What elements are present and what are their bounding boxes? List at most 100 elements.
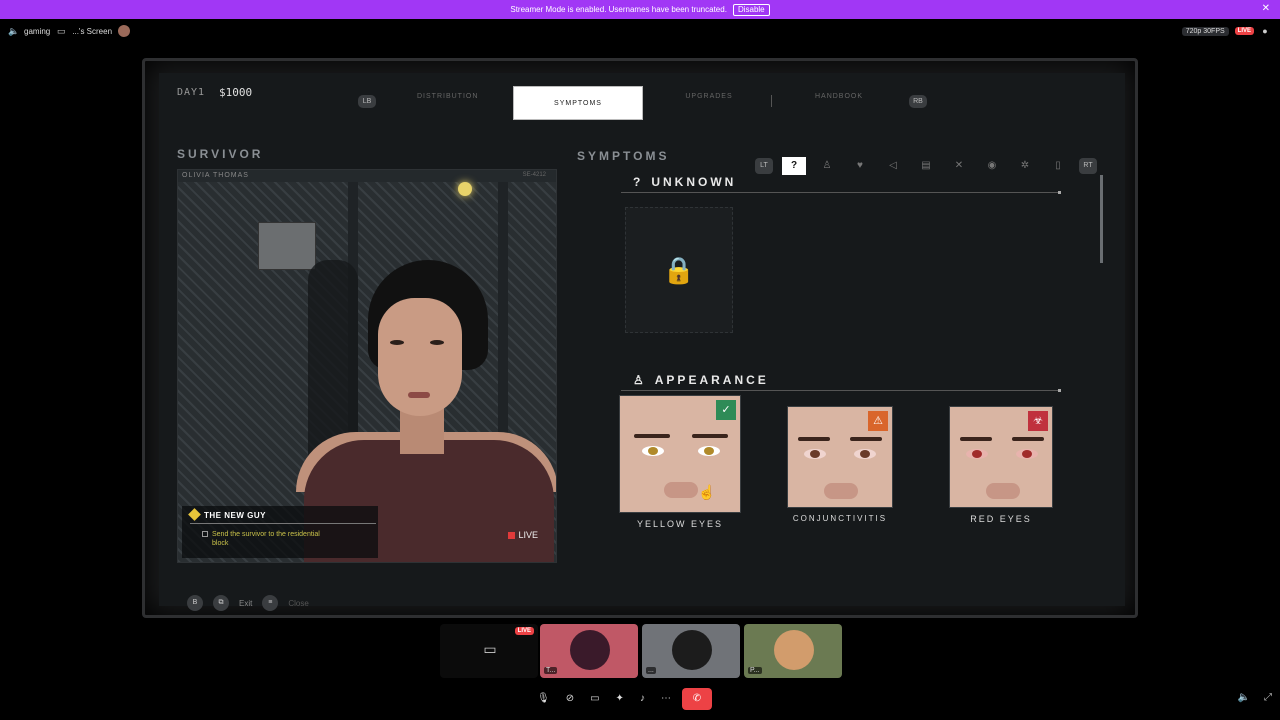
virus-icon[interactable]: ✲ bbox=[1013, 157, 1037, 175]
appearance-divider bbox=[621, 389, 1061, 392]
eye-left bbox=[966, 449, 988, 459]
quest-panel: THE NEW GUY Send the survivor to the res… bbox=[182, 506, 378, 558]
participant-tile[interactable]: P... bbox=[744, 624, 842, 678]
tab-divider bbox=[771, 95, 772, 107]
symptoms-scrollbar[interactable] bbox=[1100, 175, 1103, 263]
activities-icon[interactable]: ✦ bbox=[611, 688, 629, 710]
avatar bbox=[672, 630, 712, 670]
controller-hints: B ⧉ Exit ≡ Close bbox=[187, 595, 309, 611]
person-icon: ♙ bbox=[633, 373, 647, 387]
back-button[interactable]: B bbox=[187, 595, 203, 611]
unknown-title: UNKNOWN bbox=[651, 175, 737, 189]
brow bbox=[692, 434, 728, 438]
trigger-left-button[interactable]: LT bbox=[755, 158, 773, 174]
iris bbox=[860, 450, 870, 458]
tab-distribution[interactable]: DISTRIBUTION bbox=[417, 93, 477, 100]
volume-icon[interactable]: 🔈 bbox=[1238, 692, 1250, 703]
symptom-label: RED EYES bbox=[970, 514, 1032, 524]
participant-tile[interactable]: T... bbox=[540, 624, 638, 678]
shoulder-right-button[interactable]: RB bbox=[909, 95, 927, 108]
quarantine-sign bbox=[258, 222, 316, 270]
game-screen: DAY1 $1000 LB DISTRIBUTION SYMPTOMS UPGR… bbox=[159, 73, 1125, 611]
symptom-card-red-eyes[interactable]: ☣ RED EYES bbox=[949, 406, 1053, 524]
heart-icon[interactable]: ♥ bbox=[848, 157, 872, 175]
eye-left bbox=[642, 446, 664, 456]
symptom-portrait: ✓ ☝ bbox=[619, 395, 741, 513]
shield-check-icon: ✓ bbox=[716, 400, 736, 420]
symptom-category-tabs: LT ? ♙ ♥ ◁ ▤ ✕ ◉ ✲ ▯ RT bbox=[755, 157, 1097, 175]
iris bbox=[972, 450, 982, 458]
iris bbox=[648, 447, 658, 455]
locked-symptom-slot[interactable]: 🔒 bbox=[625, 207, 733, 333]
more-icon[interactable]: ⋯ bbox=[656, 688, 676, 710]
iris bbox=[1022, 450, 1032, 458]
exit-icon[interactable]: ⧉ bbox=[213, 595, 229, 611]
participant-name: P... bbox=[748, 667, 762, 674]
quest-description: Send the survivor to the residential blo… bbox=[212, 531, 320, 547]
close-icon[interactable]: ✕ bbox=[1262, 3, 1270, 14]
menu-icon[interactable]: ≡ bbox=[262, 595, 279, 611]
fullscreen-icon[interactable]: ⤢ bbox=[1264, 692, 1272, 703]
question-icon[interactable]: ? bbox=[782, 157, 806, 175]
warning-light bbox=[458, 182, 472, 196]
stream-video[interactable]: DAY1 $1000 LB DISTRIBUTION SYMPTOMS UPGR… bbox=[142, 58, 1138, 618]
shoulder-left-button[interactable]: LB bbox=[358, 95, 376, 108]
live-badge: LIVE bbox=[514, 627, 534, 635]
eye-icon[interactable]: ◉ bbox=[980, 157, 1004, 175]
person-icon[interactable]: ♙ bbox=[815, 157, 839, 175]
unknown-heading: ? UNKNOWN bbox=[633, 175, 736, 189]
unknown-divider bbox=[621, 191, 1061, 194]
close-label[interactable]: Close bbox=[288, 599, 308, 608]
participant-tile[interactable]: ... bbox=[642, 624, 740, 678]
brow bbox=[1012, 437, 1044, 441]
bottle-icon[interactable]: ▯ bbox=[1046, 157, 1070, 175]
microphone-icon[interactable]: 🎙 bbox=[532, 688, 555, 710]
survivor-camera: OLIVIA THOMAS SE-4212 THE NEW GUY Send t… bbox=[177, 169, 557, 563]
lock-icon: 🔒 bbox=[662, 254, 696, 285]
symptom-card-yellow-eyes[interactable]: ✓ ☝ YELLOW EYES bbox=[619, 395, 741, 529]
soundboard-icon[interactable]: ♪ bbox=[635, 688, 650, 710]
day-counter: DAY1 bbox=[177, 87, 206, 98]
bone-icon[interactable]: ✕ bbox=[947, 157, 971, 175]
quest-diamond-icon bbox=[188, 508, 201, 521]
brow bbox=[634, 434, 670, 438]
nose bbox=[824, 483, 858, 499]
symptoms-heading: SYMPTOMS bbox=[577, 149, 670, 163]
call-header: 🔈 gaming ▭ ...'s Screen 720p 30FPS LIVE … bbox=[0, 19, 1280, 43]
disconnect-icon[interactable]: ✆ bbox=[681, 688, 712, 710]
disable-streamer-mode-button[interactable]: Disable bbox=[732, 3, 770, 16]
screen-share-icon[interactable]: ▭ bbox=[585, 688, 604, 710]
participant-tile-stream[interactable]: ▭ LIVE bbox=[440, 624, 538, 678]
survivor-name: OLIVIA THOMAS bbox=[182, 172, 249, 179]
eye-right bbox=[854, 449, 876, 459]
quest-title: THE NEW GUY bbox=[204, 511, 266, 520]
mouse-cursor-icon: ☝ bbox=[698, 484, 716, 500]
stream-quality-badge: 720p 30FPS bbox=[1181, 26, 1229, 36]
tab-symptoms[interactable]: SYMPTOMS bbox=[513, 86, 643, 120]
exit-label[interactable]: Exit bbox=[239, 599, 252, 608]
symptom-label: CONJUNCTIVITIS bbox=[792, 514, 888, 523]
view-controls: 🔈 ⤢ bbox=[1238, 692, 1272, 703]
trigger-right-button[interactable]: RT bbox=[1079, 158, 1097, 174]
sound-icon[interactable]: ◁ bbox=[881, 157, 905, 175]
symptom-label: YELLOW EYES bbox=[636, 519, 724, 529]
tab-upgrades[interactable]: UPGRADES bbox=[679, 93, 739, 100]
camera-off-icon[interactable]: ⊘ bbox=[561, 688, 579, 710]
avatar bbox=[774, 630, 814, 670]
screen-share-icon: ▭ bbox=[56, 26, 66, 36]
speaker-icon: 🔈 bbox=[8, 26, 20, 36]
camera-live-label: LIVE bbox=[518, 530, 538, 540]
symptom-portrait: ⚠ bbox=[787, 406, 893, 508]
stomach-icon[interactable]: ▤ bbox=[914, 157, 938, 175]
quest-checkbox bbox=[202, 531, 208, 537]
stream-title: ...'s Screen bbox=[72, 26, 113, 36]
eye-right bbox=[698, 446, 720, 456]
symptom-card-conjunctivitis[interactable]: ⚠ CONJUNCTIVITIS bbox=[787, 406, 893, 523]
chat-icon[interactable]: ● bbox=[1260, 26, 1270, 36]
tab-handbook[interactable]: HANDBOOK bbox=[809, 93, 869, 100]
money-counter: $1000 bbox=[219, 86, 253, 99]
eye-right bbox=[1016, 449, 1038, 459]
eye-left bbox=[804, 449, 826, 459]
biohazard-icon: ☣ bbox=[1028, 411, 1048, 431]
channel-name[interactable]: gaming bbox=[24, 27, 50, 36]
